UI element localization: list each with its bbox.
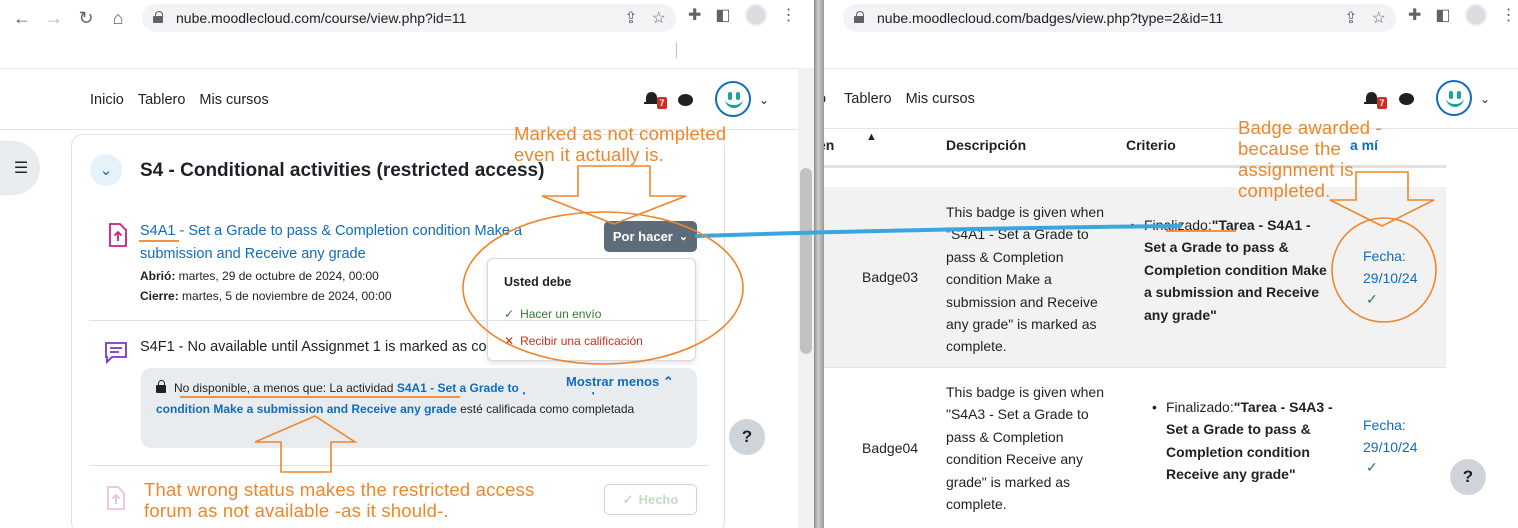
nav-tablero[interactable]: Tablero <box>138 92 186 108</box>
column-description-header: Descripción <box>946 137 1027 153</box>
restriction-text: No disponible, a menos que: La actividad <box>174 381 394 395</box>
chevron-down-icon: ⌄ <box>99 162 113 179</box>
completion-status-button[interactable]: Por hacer ⌄ <box>604 221 697 252</box>
sort-asc-icon[interactable]: ▲ <box>866 131 877 143</box>
messages-icon[interactable] <box>678 94 693 106</box>
bullet: • <box>1130 217 1135 233</box>
share-icon[interactable]: ⇪ <box>624 8 637 28</box>
extensions-icon[interactable]: ✚ <box>688 5 701 25</box>
activity-s4f1-title[interactable]: S4F1 - No available until Assignmet 1 is… <box>140 339 487 355</box>
user-menu-chevron-icon[interactable]: ⌄ <box>1480 92 1490 106</box>
check-icon: ✓ <box>1366 291 1378 307</box>
notification-count: 7 <box>1377 97 1387 109</box>
show-less-button[interactable]: Mostrar menos ⌃ <box>566 374 674 390</box>
chevron-down-icon: ⌄ <box>678 231 689 243</box>
address-bar[interactable]: nube.moodlecloud.com/course/view.php?id=… <box>142 4 676 32</box>
bullet: • <box>1152 399 1157 415</box>
column-criteria-header: Criterio <box>1126 137 1176 153</box>
check-icon: ✓ <box>622 491 634 507</box>
messages-icon[interactable] <box>1399 93 1414 105</box>
annotation-wrong-status: That wrong status makes the restricted a… <box>144 479 584 521</box>
restriction-suffix: esté calificada como completada <box>460 402 635 416</box>
notification-count: 7 <box>657 97 667 109</box>
nav-tablero[interactable]: Tablero <box>844 91 892 107</box>
badge-name[interactable]: Badge04 <box>862 437 918 459</box>
help-button[interactable]: ? <box>729 419 765 455</box>
share-icon[interactable]: ⇪ <box>1344 8 1357 28</box>
user-avatar[interactable] <box>1436 80 1472 116</box>
requirement-submit: Hacer un envío <box>520 307 602 321</box>
url-text: nube.moodlecloud.com/badges/view.php?typ… <box>877 10 1224 26</box>
section-title: S4 - Conditional activities (restricted … <box>140 160 545 181</box>
completion-done-button[interactable]: ✓ Hecho <box>604 484 697 515</box>
opened-label: Abrió: <box>140 269 176 283</box>
browser-toolbar: nube.moodlecloud.com/badges/view.php?typ… <box>824 0 1518 36</box>
forward-icon[interactable]: → <box>40 4 68 32</box>
requirement-grade: Recibir una calificación <box>520 334 643 348</box>
forum-icon <box>105 342 127 364</box>
lock-icon <box>854 11 864 23</box>
nav-partial[interactable]: o <box>824 91 826 107</box>
activity-separator <box>89 465 709 466</box>
lock-icon <box>153 11 163 23</box>
collapse-section-button[interactable]: ⌄ <box>90 154 122 186</box>
cross-icon: ✕ <box>504 334 515 348</box>
home-icon[interactable]: ⌂ <box>104 4 132 32</box>
badge-issued-date[interactable]: Fecha: 29/10/24 <box>1363 245 1433 290</box>
assignment-icon <box>107 486 125 510</box>
nav-inicio[interactable]: Inicio <box>90 92 124 108</box>
badge-criteria: • Finalizado:"Tarea - S4A3 - Set a Grade… <box>1152 396 1350 486</box>
menu-icon[interactable]: ⋮ <box>1501 5 1517 25</box>
back-icon[interactable]: ← <box>8 4 36 32</box>
course-index-toggle-button[interactable]: ☰ <box>0 141 40 195</box>
menu-icon[interactable]: ⋮ <box>781 5 797 25</box>
sidepanel-icon[interactable]: ◧ <box>1435 5 1450 25</box>
sidepanel-icon[interactable]: ◧ <box>715 5 730 25</box>
badge-issued-date[interactable]: Fecha: 29/10/24 <box>1363 414 1433 459</box>
right-browser-window: nube.moodlecloud.com/badges/view.php?typ… <box>824 0 1518 528</box>
extensions-icon[interactable]: ✚ <box>1408 5 1421 25</box>
closed-date: martes, 5 de noviembre de 2024, 00:00 <box>182 289 392 303</box>
reload-icon[interactable]: ↻ <box>72 4 100 32</box>
star-icon[interactable]: ☆ <box>1372 8 1386 28</box>
list-icon: ☰ <box>13 160 29 177</box>
bookmark-divider <box>676 42 677 58</box>
lock-icon <box>156 380 166 393</box>
address-bar[interactable]: nube.moodlecloud.com/badges/view.php?typ… <box>843 4 1396 32</box>
moodle-navbar: Inicio Tablero Mis cursos 7 ⌄ <box>0 68 814 130</box>
scrollbar-thumb[interactable] <box>800 168 812 354</box>
nav-mis-cursos[interactable]: Mis cursos <box>199 92 268 108</box>
star-icon[interactable]: ☆ <box>652 8 666 28</box>
user-avatar[interactable] <box>715 81 751 117</box>
profile-avatar-icon[interactable] <box>1464 4 1487 26</box>
nav-mis-cursos[interactable]: Mis cursos <box>906 91 975 107</box>
completion-popover: Usted debe ✓ Hacer un envío ✕ Recibir una … <box>487 258 696 361</box>
assignment-icon <box>109 223 127 247</box>
user-menu-chevron-icon[interactable]: ⌄ <box>759 93 769 107</box>
annotation-badge-awarded: Badge awarded - because the assignment i… <box>1238 117 1382 201</box>
closed-label: Cierre: <box>140 289 179 303</box>
check-icon: ✓ <box>504 307 515 321</box>
activity-separator <box>89 320 709 321</box>
browser-toolbar: ← → ↻ ⌂ nube.moodlecloud.com/course/view… <box>0 0 814 36</box>
badge-description: This badge is given when "S4A1 - Set a G… <box>946 204 1104 355</box>
check-icon: ✓ <box>1366 459 1378 475</box>
annotation-not-completed: Marked as not completed even it actually… <box>514 123 727 165</box>
column-name-header[interactable]: en <box>824 137 834 153</box>
badge-criteria: • Finalizado:"Tarea - S4A1 - Set a Grade… <box>1130 214 1336 326</box>
opened-date: martes, 29 de octubre de 2024, 00:00 <box>178 269 379 283</box>
page-scrollbar[interactable] <box>798 68 814 528</box>
left-browser-window: ← → ↻ ⌂ nube.moodlecloud.com/course/view… <box>0 0 814 528</box>
popover-title: Usted debe <box>504 275 572 289</box>
url-text: nube.moodlecloud.com/course/view.php?id=… <box>176 10 467 26</box>
window-divider <box>814 0 824 528</box>
help-button[interactable]: ? <box>1450 459 1486 495</box>
chevron-up-icon: ⌃ <box>662 374 674 389</box>
badge-name[interactable]: Badge03 <box>862 266 918 288</box>
badge-description: This badge is given when "S4A3 - Set a G… <box>946 384 1104 513</box>
profile-avatar-icon[interactable] <box>744 4 767 26</box>
